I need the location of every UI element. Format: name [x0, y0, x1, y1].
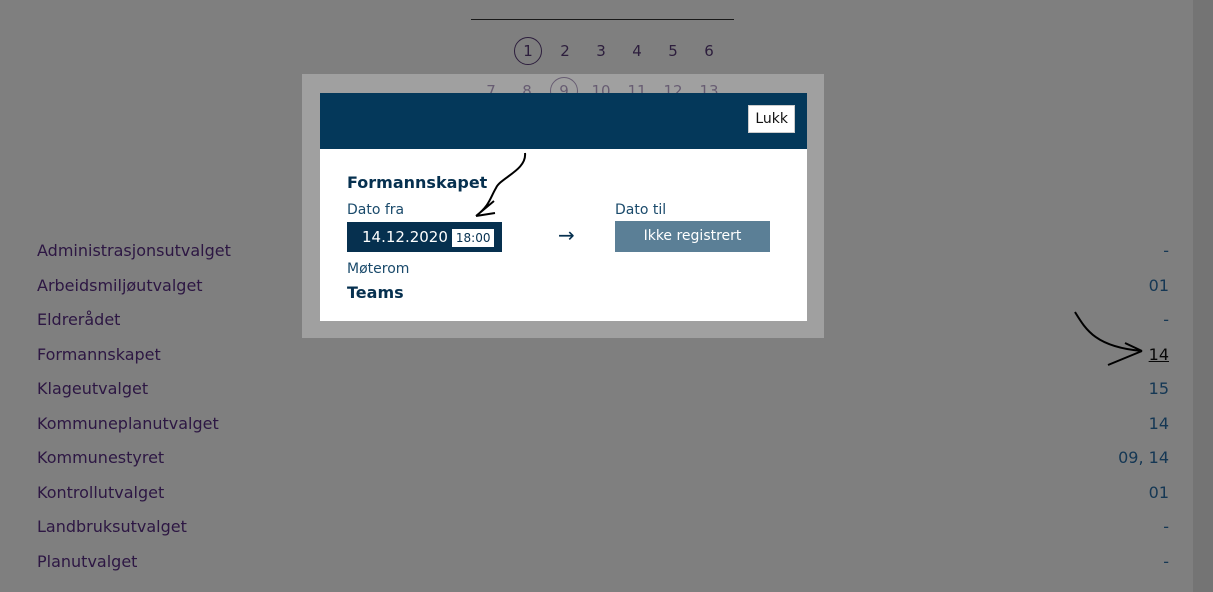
meeting-dialog: Lukk Formannskapet Dato fra 14.12.2020 18… [320, 93, 807, 321]
not-registered-badge: Ikke registrert [615, 221, 770, 252]
date-from-label: Dato fra [347, 202, 405, 218]
dialog-title: Formannskapet [347, 173, 488, 192]
dialog-header: Lukk [320, 93, 807, 149]
arrow-right-icon: → [558, 223, 575, 247]
date-from-time: 18:00 [451, 228, 495, 247]
room-label: Møterom [347, 261, 410, 277]
date-from-date: 14.12.2020 [362, 228, 448, 246]
close-button[interactable]: Lukk [748, 105, 795, 133]
date-to-label: Dato til [615, 202, 667, 218]
date-from-value: 14.12.2020 18:00 [347, 222, 502, 252]
room-value: Teams [347, 283, 404, 302]
